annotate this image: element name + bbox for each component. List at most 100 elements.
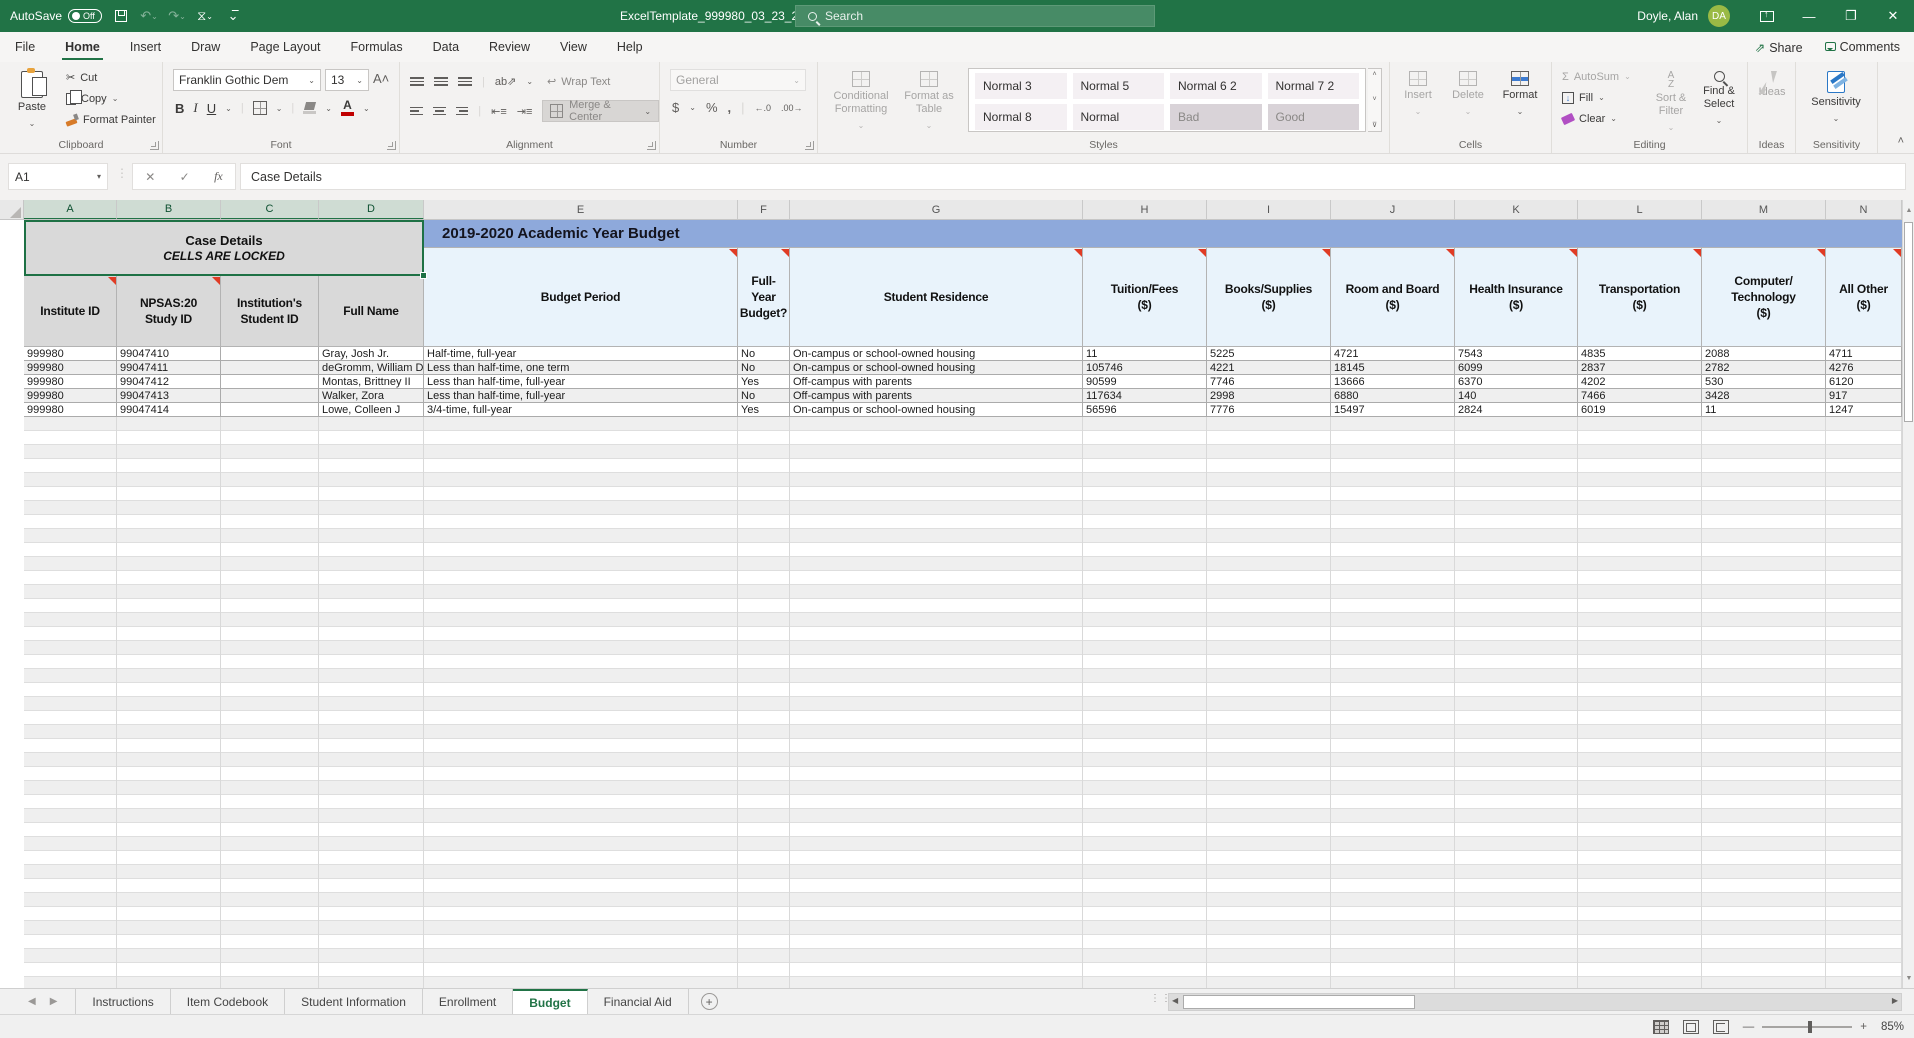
column-header-E[interactable]: E <box>424 200 738 220</box>
close-button[interactable]: ✕ <box>1872 0 1914 32</box>
comments-button[interactable]: Comments <box>1825 40 1900 54</box>
header-cell-N[interactable]: All Other ($) <box>1826 248 1902 347</box>
column-header-N[interactable]: N <box>1826 200 1902 220</box>
cell-K8[interactable]: 2824 <box>1455 403 1578 417</box>
cell-L8[interactable]: 6019 <box>1578 403 1702 417</box>
cell-L4[interactable]: 4835 <box>1578 347 1702 361</box>
cell-E8[interactable]: 3/4-time, full-year <box>424 403 738 417</box>
cell-N8[interactable]: 1247 <box>1826 403 1902 417</box>
grid-row-32[interactable] <box>24 739 1902 753</box>
vertical-scrollbar[interactable]: ▲ ▼ <box>1902 200 1914 988</box>
cell-D7[interactable]: Walker, Zora <box>319 389 424 403</box>
collapse-ribbon-button[interactable]: ˄ <box>1898 135 1904 147</box>
grid-row-42[interactable] <box>24 879 1902 893</box>
ribbon-tab-home[interactable]: Home <box>50 32 115 62</box>
column-header-B[interactable]: B <box>117 200 221 220</box>
grid-row-20[interactable] <box>24 571 1902 585</box>
alignment-dialog-launcher[interactable] <box>647 141 656 150</box>
cell-E4[interactable]: Half-time, full-year <box>424 347 738 361</box>
autosave-toggle[interactable]: AutoSave Off <box>10 9 102 23</box>
grow-font-button[interactable]: A˄ <box>373 71 389 86</box>
sort-filter-button[interactable]: A ZSort & Filter⌄ <box>1648 65 1694 139</box>
paste-button[interactable]: Paste⌄ <box>4 65 60 139</box>
cell-I8[interactable]: 7776 <box>1207 403 1331 417</box>
cell-J8[interactable]: 15497 <box>1331 403 1455 417</box>
zoom-in-button[interactable]: + <box>1860 1021 1867 1033</box>
grid-row-14[interactable] <box>24 487 1902 501</box>
header-cell-E[interactable]: Budget Period <box>424 248 738 347</box>
align-right-button[interactable] <box>456 107 469 116</box>
insert-cells-button[interactable]: Insert⌄ <box>1394 65 1442 139</box>
cell-N6[interactable]: 6120 <box>1826 375 1902 389</box>
grid-row-35[interactable] <box>24 781 1902 795</box>
font-color-button[interactable]: A <box>341 100 354 116</box>
fill-handle[interactable] <box>420 272 427 279</box>
grid-row-25[interactable] <box>24 641 1902 655</box>
grid-row-36[interactable] <box>24 795 1902 809</box>
user-name[interactable]: Doyle, Alan <box>1637 9 1698 23</box>
cell-I4[interactable]: 5225 <box>1207 347 1331 361</box>
cell-A8[interactable]: 999980 <box>24 403 117 417</box>
column-header-C[interactable]: C <box>221 200 319 220</box>
cell-K7[interactable]: 140 <box>1455 389 1578 403</box>
cell-L7[interactable]: 7466 <box>1578 389 1702 403</box>
cell-A4[interactable]: 999980 <box>24 347 117 361</box>
new-sheet-button[interactable]: + <box>701 993 718 1010</box>
cell-style-chip[interactable]: Bad <box>1170 104 1262 130</box>
sheet-tab-instructions[interactable]: Instructions <box>75 989 170 1014</box>
header-cell-C[interactable]: Institution's Student ID <box>221 276 319 347</box>
cell-G8[interactable]: On-campus or school-owned housing <box>790 403 1083 417</box>
header-cell-I[interactable]: Books/Supplies ($) <box>1207 248 1331 347</box>
format-painter-button[interactable]: Format Painter <box>62 109 160 130</box>
name-box[interactable]: A1▾ <box>8 163 108 190</box>
align-top-button[interactable] <box>410 77 424 86</box>
cell-G4[interactable]: On-campus or school-owned housing <box>790 347 1083 361</box>
increase-decimal-button[interactable]: ←.0 <box>755 103 772 113</box>
redo-button[interactable]: ↷⌄ <box>168 7 186 25</box>
underline-button[interactable]: U <box>207 101 216 116</box>
clear-button[interactable]: Clear⌄ <box>1558 108 1635 129</box>
align-bottom-button[interactable] <box>458 77 472 86</box>
budget-banner-cell[interactable]: 2019-2020 Academic Year Budget <box>424 220 1902 248</box>
format-cells-button[interactable]: Format⌄ <box>1494 65 1546 139</box>
header-cell-A[interactable]: Institute ID <box>24 276 117 347</box>
scroll-right-arrow[interactable]: ▶ <box>1892 996 1898 1005</box>
cell-L6[interactable]: 4202 <box>1578 375 1702 389</box>
cell-D4[interactable]: Gray, Josh Jr. <box>319 347 424 361</box>
ribbon-tab-data[interactable]: Data <box>418 32 474 62</box>
cell-style-chip[interactable]: Good <box>1268 104 1360 130</box>
find-select-button[interactable]: Find & Select⌄ <box>1694 65 1744 139</box>
header-cell-D[interactable]: Full Name <box>319 276 424 347</box>
grid-row-24[interactable] <box>24 627 1902 641</box>
grid-row-29[interactable] <box>24 697 1902 711</box>
ribbon-tab-view[interactable]: View <box>545 32 602 62</box>
zoom-slider[interactable] <box>1762 1026 1852 1028</box>
borders-button[interactable] <box>253 101 267 115</box>
cell-C8[interactable] <box>221 403 319 417</box>
grid-row-41[interactable] <box>24 865 1902 879</box>
copy-button[interactable]: Copy⌄ <box>62 88 160 109</box>
cell-B6[interactable]: 99047412 <box>117 375 221 389</box>
cell-style-chip[interactable]: Normal 6 2 <box>1170 73 1262 99</box>
cell-K5[interactable]: 6099 <box>1455 361 1578 375</box>
grid-row-12[interactable] <box>24 459 1902 473</box>
decrease-indent-button[interactable]: ⇤≡ <box>491 105 507 118</box>
cell-F6[interactable]: Yes <box>738 375 790 389</box>
restore-button[interactable]: ❐ <box>1830 0 1872 32</box>
formula-input[interactable]: Case Details <box>240 163 1906 190</box>
header-cell-K[interactable]: Health Insurance ($) <box>1455 248 1578 347</box>
align-left-button[interactable] <box>410 107 423 116</box>
horizontal-scrollbar[interactable]: ◀ ▶ <box>1168 993 1902 1011</box>
cell-F5[interactable]: No <box>738 361 790 375</box>
decrease-decimal-button[interactable]: .00→ <box>781 103 803 113</box>
cell-E6[interactable]: Less than half-time, full-year <box>424 375 738 389</box>
cell-E7[interactable]: Less than half-time, full-year <box>424 389 738 403</box>
column-header-G[interactable]: G <box>790 200 1083 220</box>
ribbon-tab-page-layout[interactable]: Page Layout <box>235 32 335 62</box>
column-header-A[interactable]: A <box>24 200 117 220</box>
ribbon-tab-formulas[interactable]: Formulas <box>336 32 418 62</box>
grid-row-15[interactable] <box>24 501 1902 515</box>
cell-L5[interactable]: 2837 <box>1578 361 1702 375</box>
save-button[interactable] <box>112 7 130 25</box>
cell-G6[interactable]: Off-campus with parents <box>790 375 1083 389</box>
